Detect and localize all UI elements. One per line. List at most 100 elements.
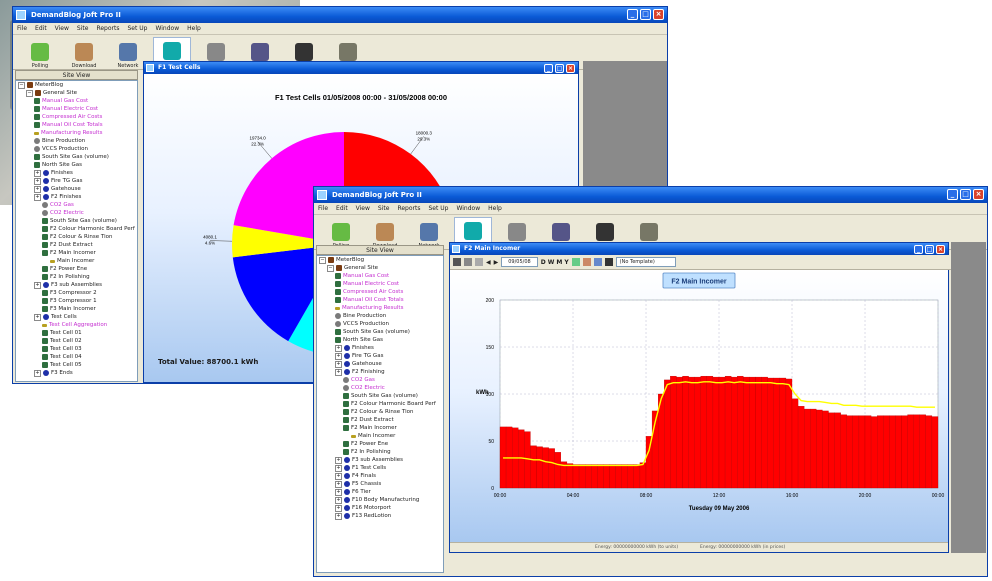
tree-node[interactable]: F2 Colour & Rinse Tion: [16, 233, 137, 241]
next-arrow-icon[interactable]: ▶: [494, 259, 499, 266]
bar[interactable]: [907, 414, 914, 489]
expand-toggle-icon[interactable]: +: [335, 488, 342, 496]
tree-node[interactable]: CO2 Gas: [317, 376, 443, 384]
tree-node[interactable]: + F6 Tier: [317, 488, 443, 496]
menu-window[interactable]: Window: [456, 203, 480, 214]
expand-toggle-icon[interactable]: −: [26, 89, 33, 97]
tree-node[interactable]: Manual Electric Cost: [16, 105, 137, 113]
bar[interactable]: [870, 416, 878, 489]
bar[interactable]: [585, 464, 592, 489]
expand-toggle-icon[interactable]: +: [335, 456, 342, 464]
bar[interactable]: [749, 376, 756, 489]
expand-toggle-icon[interactable]: +: [34, 369, 41, 377]
tree-node[interactable]: Test Cell 05: [16, 361, 137, 369]
tree-node[interactable]: + F5 Chassis: [317, 480, 443, 488]
zoom-icon[interactable]: [571, 258, 580, 266]
menu-edit[interactable]: Edit: [35, 23, 47, 34]
settings-icon[interactable]: [593, 258, 602, 266]
menu-set-up[interactable]: Set Up: [428, 203, 448, 214]
bar[interactable]: [718, 376, 726, 489]
expand-toggle-icon[interactable]: +: [34, 169, 41, 177]
print-icon[interactable]: [475, 258, 483, 266]
expand-toggle-icon[interactable]: +: [34, 313, 41, 321]
child-close-button[interactable]: ×: [936, 245, 945, 254]
menu-site[interactable]: Site: [77, 23, 89, 34]
bar[interactable]: [743, 376, 750, 489]
bar[interactable]: [804, 408, 811, 489]
tree-node[interactable]: Bine Production: [317, 312, 443, 320]
tree-node[interactable]: Main Incomer: [16, 257, 137, 265]
front-site-tree[interactable]: − MeterBlog − General Site Manual Gas Cost Ma…: [316, 255, 444, 573]
tree-node[interactable]: F2 In Polishing: [16, 273, 137, 281]
tree-node[interactable]: Main Incomer: [317, 432, 443, 440]
bar[interactable]: [864, 415, 872, 489]
tree-node[interactable]: + Finishes: [16, 169, 137, 177]
expand-toggle-icon[interactable]: +: [34, 177, 41, 185]
bar[interactable]: [767, 377, 774, 489]
tree-node[interactable]: Manual Gas Cost: [317, 272, 443, 280]
close-button[interactable]: ×: [973, 189, 984, 200]
bar[interactable]: [706, 375, 714, 489]
bar[interactable]: [639, 462, 647, 489]
bar[interactable]: [785, 378, 793, 489]
tree-node[interactable]: + Fire TG Gas: [16, 177, 137, 185]
tree-node[interactable]: F2 Power Ene: [317, 440, 443, 448]
menu-reports[interactable]: Reports: [397, 203, 420, 214]
tree-node[interactable]: Compressed Air Costs: [16, 113, 137, 121]
tree-node[interactable]: F2 Colour & Rinse Tion: [317, 408, 443, 416]
bar[interactable]: [548, 448, 555, 489]
minimize-button[interactable]: _: [627, 9, 638, 20]
tree-node[interactable]: − General Site: [317, 264, 443, 272]
expand-toggle-icon[interactable]: +: [335, 504, 342, 512]
tree-node[interactable]: Manual Oil Cost Totals: [16, 121, 137, 129]
bar[interactable]: [895, 415, 902, 489]
bar[interactable]: [621, 464, 628, 489]
bar[interactable]: [822, 410, 829, 489]
bar[interactable]: [731, 376, 738, 489]
tree-node[interactable]: + Test Cells: [16, 313, 137, 321]
expand-toggle-icon[interactable]: +: [335, 472, 342, 480]
tree-node[interactable]: Manual Gas Cost: [16, 97, 137, 105]
bar[interactable]: [676, 376, 683, 489]
expand-toggle-icon[interactable]: +: [34, 281, 41, 289]
menu-view[interactable]: View: [55, 23, 69, 34]
tree-node[interactable]: + Fire TG Gas: [317, 352, 443, 360]
expand-toggle-icon[interactable]: +: [335, 496, 342, 504]
bar[interactable]: [597, 464, 604, 489]
bar[interactable]: [828, 412, 835, 489]
menu-file[interactable]: File: [17, 23, 27, 34]
tree-node[interactable]: + F3 Ends: [16, 369, 137, 377]
menu-site[interactable]: Site: [378, 203, 390, 214]
tree-node[interactable]: Manufacturing Results: [317, 304, 443, 312]
bar[interactable]: [779, 377, 787, 489]
tree-node[interactable]: Test Cell 01: [16, 329, 137, 337]
tree-node[interactable]: + F13 RedLotion: [317, 512, 443, 520]
bar[interactable]: [670, 375, 677, 489]
front-window-titlebar[interactable]: DemandBlog Joft Pro II _ □ ×: [314, 187, 987, 203]
tree-node[interactable]: + F1 Test Cells: [317, 464, 443, 472]
close-button[interactable]: ×: [653, 9, 664, 20]
tree-node[interactable]: Test Cell 04: [16, 353, 137, 361]
bar[interactable]: [578, 464, 586, 489]
child-maximize-button[interactable]: □: [925, 245, 934, 254]
tree-node[interactable]: F2 Colour Harmonic Board Perf: [317, 400, 443, 408]
menu-edit[interactable]: Edit: [336, 203, 348, 214]
bar[interactable]: [530, 445, 537, 489]
tree-node[interactable]: F2 Dust Extract: [16, 241, 137, 249]
bar[interactable]: [840, 414, 847, 489]
tree-node[interactable]: F2 Main Incomer: [317, 424, 443, 432]
date-picker[interactable]: 09/05/08: [501, 257, 538, 267]
tree-node[interactable]: South Site Gas (volume): [16, 153, 137, 161]
menu-help[interactable]: Help: [488, 203, 502, 214]
tree-node[interactable]: Test Cell 03: [16, 345, 137, 353]
tree-node[interactable]: Manual Oil Cost Totals: [317, 296, 443, 304]
bar[interactable]: [931, 416, 939, 489]
bar[interactable]: [694, 376, 701, 489]
tree-node[interactable]: − General Site: [16, 89, 137, 97]
export-icon[interactable]: [582, 258, 591, 266]
period-y-button[interactable]: Y: [564, 259, 568, 266]
tree-node[interactable]: Test Cell 02: [16, 337, 137, 345]
bar[interactable]: [846, 415, 853, 489]
tree-node[interactable]: + F16 Motorport: [317, 504, 443, 512]
bar[interactable]: [700, 375, 707, 489]
